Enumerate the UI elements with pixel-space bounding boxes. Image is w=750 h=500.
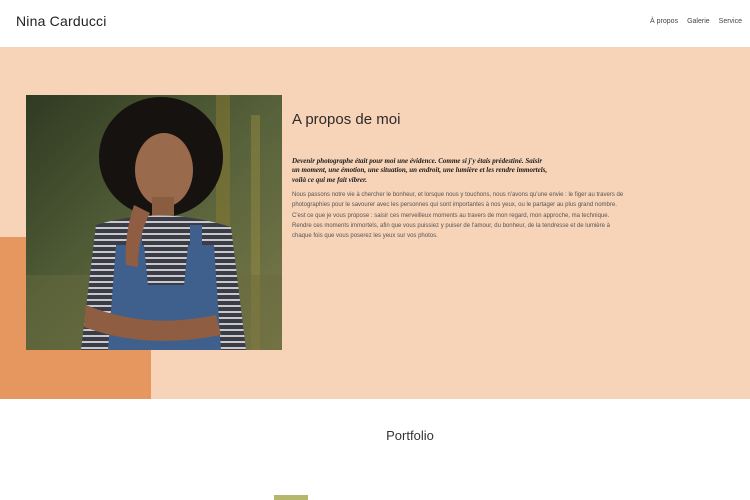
body-line: photographies pour le savourer avec les … [292, 202, 617, 209]
about-body-text: Nous passons notre vie à chercher le bon… [292, 190, 702, 241]
body-line: Rendre ces moments immortels, afin que v… [292, 222, 610, 229]
portfolio-title: Portfolio [386, 428, 434, 443]
body-line: Nous passons notre vie à chercher le bon… [292, 192, 624, 198]
portrait-image [26, 95, 282, 350]
nav-link-service[interactable]: Service [719, 18, 742, 25]
about-title: A propos de moi [292, 111, 401, 128]
quote-line: un moment, une émotion, une situation, u… [292, 166, 548, 175]
gallery-filter-strip[interactable] [274, 495, 308, 500]
quote-line: voilà ce qui me fait vibrer. [292, 175, 368, 184]
nav-link-galerie[interactable]: Galerie [687, 18, 710, 25]
body-line: chaque fois que vous poserez les yeux su… [292, 233, 438, 240]
top-navbar: Nina Carducci À propos Galerie Service [0, 0, 750, 47]
quote-line: Devenir photographe était pour moi une é… [292, 157, 543, 165]
nav-link-a-propos[interactable]: À propos [650, 18, 678, 25]
brand-name[interactable]: Nina Carducci [16, 13, 107, 29]
about-quote: Devenir photographe était pour moi une é… [292, 157, 612, 185]
portrait-photo [26, 95, 282, 350]
body-line: C'est ce que je vous propose : saisir ce… [292, 212, 610, 219]
main-nav: À propos Galerie Service [650, 18, 742, 25]
